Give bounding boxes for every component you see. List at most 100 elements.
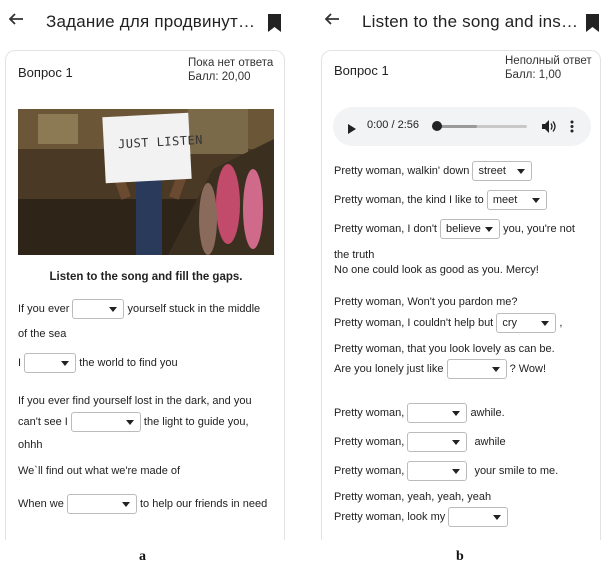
chevron-down-icon [493, 515, 502, 520]
gap-dropdown-2[interactable]: meet [486, 190, 547, 210]
chevron-down-icon [61, 361, 70, 366]
gap-dropdown-1[interactable]: street [472, 161, 533, 181]
chevron-down-icon [121, 502, 130, 507]
gap-dropdown-7[interactable] [407, 432, 468, 452]
line-text: the light to guide you, [143, 415, 249, 428]
selected-value: believe [446, 223, 481, 235]
line-text: Pretty woman, [334, 464, 405, 477]
back-button[interactable] [324, 11, 340, 31]
gap-line-5: Are you lonely just like ? Wow! [334, 359, 546, 379]
audio-progress-buffered [437, 125, 477, 128]
audio-player: 0:00 / 2:56 [333, 107, 591, 146]
text-line: We`ll find out what we're made of [18, 465, 181, 477]
chevron-down-icon [531, 198, 540, 203]
line-text: you, you're not [503, 222, 575, 235]
gap-dropdown-4[interactable] [66, 494, 137, 514]
text-line: the truth [334, 249, 375, 261]
gap-line-2: I the world to find you [18, 353, 178, 373]
line-text: Pretty woman, I don't [334, 222, 437, 235]
line-text: Pretty woman, walkin' down [334, 164, 470, 177]
bookmark-button[interactable] [268, 14, 281, 37]
bookmark-icon [586, 14, 599, 32]
text-line: ohhh [18, 439, 43, 451]
gap-line-9: Pretty woman, look my [334, 507, 509, 527]
video-frame [18, 109, 274, 255]
gap-line-6: Pretty woman, awhile. [334, 403, 505, 423]
chevron-down-icon [125, 420, 134, 425]
gap-line-2: Pretty woman, the kind I like to meet [334, 190, 547, 210]
line-text: the world to find you [79, 356, 178, 369]
play-icon [348, 124, 356, 134]
app-header: Задание для продвинут… [0, 0, 290, 44]
video-player[interactable]: JUST LISTEN [18, 109, 274, 255]
line-text: Pretty woman, I couldn't help but [334, 316, 494, 329]
question-label: Вопрос 1 [18, 65, 73, 80]
gap-dropdown-4[interactable]: cry [496, 313, 557, 333]
more-vertical-icon [570, 120, 574, 133]
gap-dropdown-1[interactable] [72, 299, 125, 319]
gap-dropdown-3[interactable] [70, 412, 141, 432]
score-text: Балл: 1,00 [505, 69, 562, 81]
more-options-button[interactable] [570, 120, 574, 138]
chevron-down-icon [109, 307, 118, 312]
gap-line-1: If you ever yourself stuck in the middle [18, 299, 260, 319]
play-button[interactable] [348, 121, 356, 139]
bookmark-button[interactable] [586, 14, 599, 37]
line-text: When we [18, 497, 64, 510]
text-line: Pretty woman, yeah, yeah, yeah [334, 491, 492, 503]
audio-time: 0:00 / 2:56 [367, 119, 419, 131]
line-text: yourself stuck in the middle [127, 302, 261, 315]
selected-value: street [478, 165, 506, 177]
gap-line-7: Pretty woman, awhile [334, 432, 506, 452]
question-label: Вопрос 1 [334, 63, 389, 78]
chevron-down-icon [517, 169, 526, 174]
caption-a: a [139, 549, 146, 564]
chevron-down-icon [485, 227, 494, 232]
selected-value: meet [492, 194, 518, 206]
gap-line-3: Pretty woman, I don't believe you, you'r… [334, 219, 575, 239]
gap-dropdown-6[interactable] [407, 403, 468, 423]
line-text: ? Wow! [509, 362, 547, 375]
chevron-down-icon [491, 367, 500, 372]
line-text: If you ever [18, 302, 70, 315]
line-text: Pretty woman, [334, 406, 405, 419]
text-line: No one could look as good as you. Mercy! [334, 264, 539, 276]
status-text: Неполный ответ [505, 55, 592, 67]
page-title: Listen to the song and ins… [362, 12, 579, 31]
line-text: Pretty woman, the kind I like to [334, 193, 484, 206]
chevron-down-icon [452, 469, 461, 474]
page-title: Задание для продвинут… [46, 12, 256, 31]
line-text: your smile to me. [474, 464, 559, 477]
gap-line-4: When we to help our friends in need [18, 494, 267, 514]
gap-dropdown-5[interactable] [446, 359, 507, 379]
chevron-down-icon [452, 440, 461, 445]
text-line: of the sea [18, 328, 67, 340]
text-line: Pretty woman, that you look lovely as ca… [334, 343, 555, 355]
gap-line-4: Pretty woman, I couldn't help but cry , [334, 313, 562, 333]
volume-button[interactable] [542, 120, 556, 138]
line-text: awhile. [470, 406, 505, 419]
volume-icon [542, 120, 556, 133]
audio-progress-handle[interactable] [432, 121, 442, 131]
arrow-left-icon [8, 13, 23, 25]
line-text: Are you lonely just like [334, 362, 444, 375]
arrow-left-icon [324, 13, 339, 25]
caption-b: b [456, 549, 464, 564]
text-line: If you ever find yourself lost in the da… [18, 395, 252, 407]
gap-dropdown-9[interactable] [448, 507, 509, 527]
line-text: Pretty woman, [334, 435, 405, 448]
instruction-text: Listen to the song and fill the gaps. [49, 271, 243, 283]
back-button[interactable] [8, 11, 24, 31]
bookmark-icon [268, 14, 281, 32]
question-card: Вопрос 1 Пока нет ответа Балл: 20,00 JUS [5, 50, 285, 540]
app-header: Listen to the song and ins… [316, 0, 601, 44]
line-text: to help our friends in need [139, 497, 268, 510]
audio-progress-track[interactable] [432, 121, 527, 131]
gap-dropdown-2[interactable] [24, 353, 77, 373]
gap-dropdown-3[interactable]: believe [440, 219, 501, 239]
gap-line-3: can't see I the light to guide you, [18, 412, 249, 432]
score-text: Балл: 20,00 [188, 71, 251, 83]
gap-dropdown-8[interactable] [407, 461, 468, 481]
gap-line-8: Pretty woman, your smile to me. [334, 461, 558, 481]
gap-line-1: Pretty woman, walkin' down street [334, 161, 533, 181]
